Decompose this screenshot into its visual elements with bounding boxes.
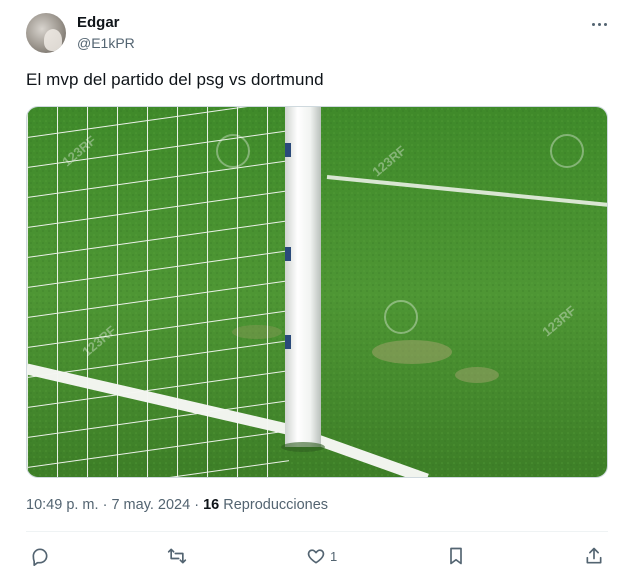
reply-icon xyxy=(32,548,48,566)
more-options-button[interactable] xyxy=(586,14,612,34)
tweet-date[interactable]: 7 may. 2024 xyxy=(111,497,190,513)
like-button[interactable]: 1 xyxy=(306,544,337,568)
bookmark-button[interactable] xyxy=(446,544,466,568)
bookmark-icon xyxy=(450,547,462,565)
more-icon xyxy=(591,22,607,26)
retweet-button[interactable] xyxy=(167,544,187,568)
tweet-time[interactable]: 10:49 p. m. xyxy=(26,497,99,513)
meta-separator: · xyxy=(194,497,200,513)
reply-button[interactable] xyxy=(30,544,50,568)
divider xyxy=(26,531,608,532)
user-handle[interactable]: @E1kPR xyxy=(77,35,135,51)
avatar[interactable] xyxy=(26,13,66,53)
views-count: 16 xyxy=(203,497,220,513)
tweet-meta: 10:49 p. m. · 7 may. 2024 · 16 Reproducc… xyxy=(26,497,328,513)
share-icon xyxy=(586,547,602,564)
tweet-text: El mvp del partido del psg vs dortmund xyxy=(26,70,324,89)
meta-separator: · xyxy=(102,497,108,513)
views-label: Reproducciones xyxy=(223,497,329,513)
like-count: 1 xyxy=(330,548,338,564)
tweet-image[interactable]: 123RF 123RF 123RF 123RF xyxy=(26,106,608,478)
retweet-icon xyxy=(167,548,187,564)
share-button[interactable] xyxy=(584,544,604,568)
display-name[interactable]: Edgar xyxy=(77,14,120,31)
like-icon xyxy=(307,549,325,564)
tweet-card: Edgar @E1kPR El mvp del partido del psg … xyxy=(0,0,630,580)
